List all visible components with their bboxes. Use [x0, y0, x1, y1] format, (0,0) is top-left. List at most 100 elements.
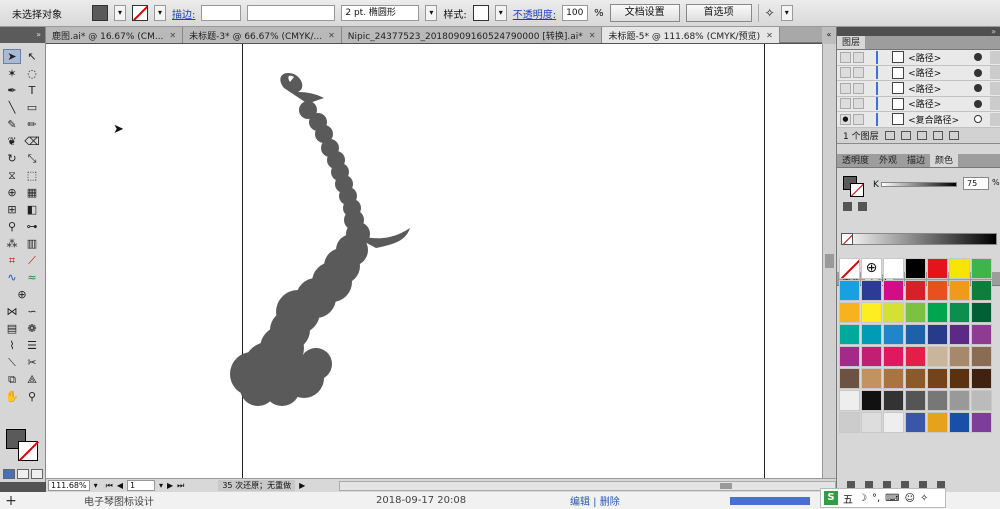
layer-row[interactable]: <路径>: [837, 65, 1000, 81]
locate-object-icon[interactable]: [884, 130, 895, 140]
none-color-icon[interactable]: [841, 232, 853, 245]
next-artboard-icon[interactable]: ▶: [167, 481, 173, 490]
artboard-number-field[interactable]: 1: [126, 480, 155, 491]
color-swatch[interactable]: [971, 346, 992, 367]
stroke-dropdown-icon[interactable]: ▾: [154, 5, 166, 21]
color-swatch[interactable]: [839, 368, 860, 389]
grey-brush-artwork[interactable]: [230, 72, 410, 406]
color-swatch[interactable]: [905, 302, 926, 323]
color-swatch[interactable]: [839, 346, 860, 367]
layer-row[interactable]: ● <复合路径>: [837, 112, 1000, 128]
preferences-button[interactable]: 首选项: [685, 4, 752, 22]
dock-collapse-icon[interactable]: »: [837, 27, 1000, 36]
target-icon[interactable]: [974, 84, 983, 93]
eraser-tool-icon[interactable]: ⌫: [23, 134, 41, 149]
visibility-icon[interactable]: [840, 67, 851, 79]
color-swatch[interactable]: [861, 280, 882, 301]
crosshair-tool-icon[interactable]: ⊕: [3, 287, 41, 302]
color-swatch[interactable]: [949, 258, 970, 279]
toolbox-collapse-icon[interactable]: »: [0, 27, 45, 43]
color-swatch[interactable]: [971, 412, 992, 433]
magic-wand-icon[interactable]: ✧: [765, 6, 775, 20]
twirl-tool-icon[interactable]: ❁: [23, 321, 41, 336]
lock-icon[interactable]: [852, 67, 864, 79]
visibility-icon[interactable]: [840, 51, 851, 63]
curvature-tool-icon[interactable]: ∿: [3, 270, 21, 285]
shear-tool-icon[interactable]: ⟁: [23, 372, 41, 387]
rotate-tool-icon[interactable]: ↻: [3, 151, 21, 166]
artboard-dropdown-icon[interactable]: ▾: [159, 481, 163, 490]
perspective-grid-tool-icon[interactable]: ▦: [23, 185, 41, 200]
artwork-svg[interactable]: [46, 44, 822, 478]
knife-tool-icon[interactable]: ⟍: [3, 355, 21, 370]
color-swatch[interactable]: [927, 390, 948, 411]
new-layer-icon[interactable]: [932, 130, 943, 140]
line-tool-icon[interactable]: ╲: [3, 100, 21, 115]
fill-swatch[interactable]: [92, 5, 108, 21]
moon-icon[interactable]: ☽: [858, 493, 867, 504]
brush-dropdown-icon[interactable]: ▾: [425, 5, 438, 21]
canvas[interactable]: ➤: [46, 44, 822, 478]
type-tool-icon[interactable]: T: [23, 83, 41, 98]
scissors-tool-icon[interactable]: ✂: [23, 355, 41, 370]
brush-definition-field[interactable]: 2 pt. 椭圆形: [341, 5, 420, 21]
color-swatch[interactable]: [971, 258, 992, 279]
stroke-color-icon[interactable]: [18, 441, 38, 461]
close-icon[interactable]: ✕: [766, 31, 773, 40]
color-swatch[interactable]: [949, 346, 970, 367]
sogou-logo-icon[interactable]: S: [824, 491, 838, 505]
lasso-tool-icon[interactable]: ◌: [23, 66, 41, 81]
color-swatch[interactable]: [949, 280, 970, 301]
free-transform-tool-icon[interactable]: ⬚: [23, 168, 41, 183]
color-swatch[interactable]: [971, 368, 992, 389]
pen-tool-icon[interactable]: ✒: [3, 83, 21, 98]
scale-tool-icon[interactable]: ⤡: [23, 151, 41, 166]
doc-setup-button[interactable]: 文档设置: [609, 4, 680, 22]
layer-row[interactable]: <路径>: [837, 81, 1000, 97]
first-artboard-icon[interactable]: ⏮: [106, 481, 113, 491]
color-swatch[interactable]: [905, 412, 926, 433]
color-swatch[interactable]: [883, 368, 904, 389]
article-title[interactable]: 电子琴图标设计: [84, 493, 154, 508]
color-swatch[interactable]: [883, 346, 904, 367]
color-swatch[interactable]: [883, 302, 904, 323]
color-swatch[interactable]: [971, 280, 992, 301]
color-swatch[interactable]: [927, 346, 948, 367]
zoom-field[interactable]: 111.68%: [48, 480, 90, 491]
color-swatch[interactable]: [949, 390, 970, 411]
wrench-icon[interactable]: ✧: [920, 493, 928, 504]
panel-collapse-icon[interactable]: «: [822, 27, 836, 44]
last-artboard-icon[interactable]: ⏭: [177, 481, 184, 491]
zoom-tool-icon[interactable]: ⚲: [23, 389, 41, 404]
document-tab-active[interactable]: 未标题-5* @ 111.68% (CMYK/预览) ✕: [602, 27, 780, 43]
color-swatch[interactable]: [905, 368, 926, 389]
color-swatch[interactable]: [905, 280, 926, 301]
k-slider[interactable]: [881, 181, 957, 187]
gradient-tool-icon[interactable]: ◧: [23, 202, 41, 217]
color-swatch[interactable]: [839, 412, 860, 433]
stroke-label-link[interactable]: 描边:: [172, 6, 195, 21]
direct-selection-tool-icon[interactable]: ↖: [23, 49, 41, 64]
color-swatch[interactable]: [927, 324, 948, 345]
tab-stroke[interactable]: 描边: [902, 154, 930, 167]
edit-delete-links[interactable]: 编辑 | 删除: [570, 493, 620, 508]
symbol-sprayer-tool-icon[interactable]: ⁂: [3, 236, 21, 251]
wave-tool-icon[interactable]: ∽: [23, 304, 41, 319]
color-ramp[interactable]: [841, 232, 997, 245]
color-swatch[interactable]: [861, 390, 882, 411]
color-swatch[interactable]: [905, 324, 926, 345]
clipping-mask-icon[interactable]: [900, 130, 911, 140]
lock-icon[interactable]: [852, 82, 864, 94]
shape-builder-tool-icon[interactable]: ⊕: [3, 185, 21, 200]
document-tab[interactable]: 鹿图.ai* @ 16.67% (CM... ✕: [46, 27, 184, 43]
color-swatch[interactable]: [971, 302, 992, 323]
color-swatch[interactable]: [927, 368, 948, 389]
mesh-tool-icon[interactable]: ⊞: [3, 202, 21, 217]
color-swatch[interactable]: [927, 412, 948, 433]
color-swatch[interactable]: [839, 390, 860, 411]
ime-mode[interactable]: 五: [843, 491, 853, 506]
close-icon[interactable]: ✕: [169, 31, 176, 40]
color-swatch[interactable]: [883, 258, 904, 279]
color-swatch[interactable]: [861, 368, 882, 389]
tab-color[interactable]: 颜色: [930, 153, 959, 167]
